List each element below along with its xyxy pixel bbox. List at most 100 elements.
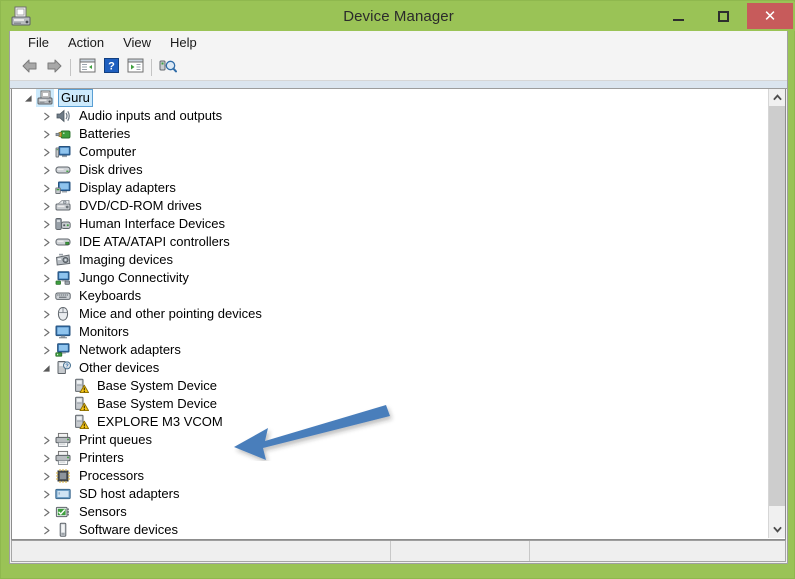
expand-triangle-icon[interactable] xyxy=(38,503,54,521)
tree-node[interactable]: Human Interface Devices xyxy=(12,215,769,233)
show-hide-console-tree-button[interactable] xyxy=(75,56,99,78)
tree-node[interactable]: IDE ATA/ATAPI controllers xyxy=(12,233,769,251)
device-tree[interactable]: Guru Audio inputs and outputs Batteries Com… xyxy=(12,89,769,538)
tree-node-label: Other devices xyxy=(79,360,160,375)
expand-triangle-icon[interactable] xyxy=(38,215,54,233)
expand-triangle-icon[interactable] xyxy=(38,485,54,503)
tree-node-label: Network adapters xyxy=(79,342,181,357)
tree-node[interactable]: Base System Device xyxy=(12,377,769,395)
expand-triangle-icon[interactable] xyxy=(38,521,54,538)
tree-node-label: Software devices xyxy=(79,522,178,537)
tree-node[interactable]: Software devices xyxy=(12,521,769,538)
maximize-icon xyxy=(718,10,729,22)
tree-node[interactable]: Imaging devices xyxy=(12,251,769,269)
tree-node[interactable]: Sensors xyxy=(12,503,769,521)
tree-node[interactable]: Batteries xyxy=(12,125,769,143)
svg-text:?: ? xyxy=(108,61,115,73)
maximize-button[interactable] xyxy=(701,3,746,29)
minimize-button[interactable] xyxy=(656,3,701,29)
tree-node[interactable]: Disk drives xyxy=(12,161,769,179)
vertical-scrollbar[interactable] xyxy=(768,89,785,538)
tree-node[interactable]: Keyboards xyxy=(12,287,769,305)
scrollbar-thumb[interactable] xyxy=(769,106,785,506)
scroll-up-button[interactable] xyxy=(769,89,785,106)
expand-triangle-icon[interactable] xyxy=(38,431,54,449)
expand-triangle-icon[interactable] xyxy=(38,449,54,467)
tree-node-label: Disk drives xyxy=(79,162,143,177)
speaker-icon xyxy=(54,107,72,125)
tree-node[interactable]: Display adapters xyxy=(12,179,769,197)
tree-node[interactable]: Printers xyxy=(12,449,769,467)
tree-node-label: Mice and other pointing devices xyxy=(79,306,262,321)
scan-for-hardware-changes-button[interactable] xyxy=(156,56,180,78)
collapse-triangle-icon[interactable] xyxy=(38,359,54,377)
scroll-down-button[interactable] xyxy=(769,521,785,538)
menu-item-file[interactable]: File xyxy=(19,32,59,53)
forward-button[interactable] xyxy=(42,56,66,78)
tree-node[interactable]: Monitors xyxy=(12,323,769,341)
menu-bar: File Action View Help xyxy=(10,31,787,54)
computer-icon xyxy=(54,143,72,161)
tree-node-label: Monitors xyxy=(79,324,129,339)
camera-icon xyxy=(54,251,72,269)
tree-node[interactable]: Processors xyxy=(12,467,769,485)
tree-node[interactable]: Base System Device xyxy=(12,395,769,413)
expand-triangle-icon[interactable] xyxy=(38,107,54,125)
expand-triangle-icon[interactable] xyxy=(38,287,54,305)
menu-item-action[interactable]: Action xyxy=(59,32,114,53)
expand-triangle-icon[interactable] xyxy=(38,305,54,323)
close-icon: ✕ xyxy=(763,7,777,25)
tree-node[interactable]: Mice and other pointing devices xyxy=(12,305,769,323)
collapse-triangle-icon[interactable] xyxy=(20,89,36,107)
help-button[interactable]: ? xyxy=(99,56,123,78)
tree-node[interactable]: EXPLORE M3 VCOM xyxy=(12,413,769,431)
tree-node[interactable]: Computer xyxy=(12,143,769,161)
expand-triangle-icon[interactable] xyxy=(38,197,54,215)
expand-triangle-icon[interactable] xyxy=(38,233,54,251)
tree-node[interactable]: Audio inputs and outputs xyxy=(12,107,769,125)
tree-node[interactable]: ? Other devices xyxy=(12,359,769,377)
properties-button[interactable] xyxy=(123,56,147,78)
tree-node-label: DVD/CD-ROM drives xyxy=(79,198,202,213)
warning-device-icon xyxy=(72,395,90,413)
menu-item-view[interactable]: View xyxy=(114,32,161,53)
back-button[interactable] xyxy=(18,56,42,78)
expand-triangle-icon[interactable] xyxy=(38,125,54,143)
tree-node-label: Human Interface Devices xyxy=(79,216,225,231)
chevron-up-icon xyxy=(773,94,782,101)
expand-triangle-icon[interactable] xyxy=(38,467,54,485)
computer-tower-icon xyxy=(36,89,54,107)
tree-node-label: Base System Device xyxy=(97,378,217,393)
back-arrow-icon xyxy=(21,58,39,77)
expand-triangle-icon[interactable] xyxy=(38,323,54,341)
tree-node-label: Imaging devices xyxy=(79,252,173,267)
menu-item-help[interactable]: Help xyxy=(161,32,207,53)
svg-text:?: ? xyxy=(65,364,68,370)
properties-icon xyxy=(127,58,144,76)
expand-triangle-icon[interactable] xyxy=(38,251,54,269)
network-adapter-icon xyxy=(54,341,72,359)
expand-triangle-icon[interactable] xyxy=(38,341,54,359)
ide-controller-icon xyxy=(54,233,72,251)
tree-node[interactable]: Jungo Connectivity xyxy=(12,269,769,287)
tree-node[interactable]: SD host adapters xyxy=(12,485,769,503)
expand-triangle-icon[interactable] xyxy=(38,143,54,161)
status-bar xyxy=(11,540,786,562)
tree-node[interactable]: DVD/CD-ROM drives xyxy=(12,197,769,215)
close-button[interactable]: ✕ xyxy=(747,3,793,29)
tree-node[interactable]: Guru xyxy=(12,89,769,107)
tree-node[interactable]: Print queues xyxy=(12,431,769,449)
tree-node-label: Guru xyxy=(58,89,93,107)
title-bar: Device Manager ✕ xyxy=(2,2,795,31)
tree-node[interactable]: Network adapters xyxy=(12,341,769,359)
toolbar: ? xyxy=(10,54,787,81)
tree-node-label: Jungo Connectivity xyxy=(79,270,189,285)
expand-triangle-icon[interactable] xyxy=(38,269,54,287)
expand-triangle-icon[interactable] xyxy=(38,179,54,197)
expand-triangle-icon[interactable] xyxy=(38,161,54,179)
tree-node-label: Audio inputs and outputs xyxy=(79,108,223,123)
printer-icon xyxy=(54,449,72,467)
hid-gamepad-icon xyxy=(54,215,72,233)
battery-icon xyxy=(54,125,72,143)
